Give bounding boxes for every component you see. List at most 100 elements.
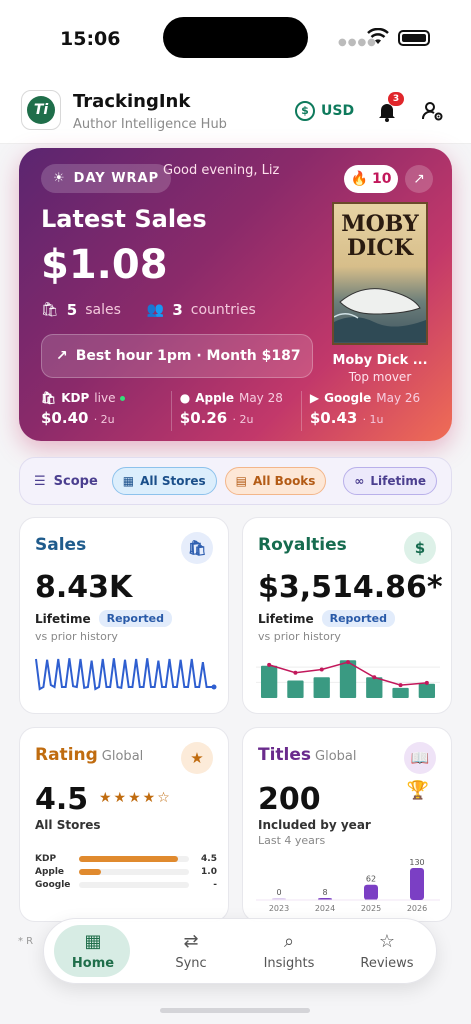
rating-store: KDP bbox=[35, 853, 57, 864]
app-title: TrackingInk bbox=[73, 91, 191, 112]
rating-breakdown: KDP 4.5 Apple 1.0 Google - bbox=[35, 852, 217, 891]
rating-title: Rating bbox=[35, 745, 98, 765]
top-book-title: Moby Dick ... bbox=[332, 353, 428, 368]
star-outline-icon: ☆ bbox=[378, 931, 396, 952]
titles-bar-label: 130 bbox=[409, 858, 424, 867]
tab-sync[interactable]: ⇄ Sync bbox=[142, 919, 240, 983]
titles-card[interactable]: Titles Global 📖 🏆 200 Included by year La… bbox=[242, 727, 452, 922]
titles-bar bbox=[364, 884, 378, 900]
store-kdp[interactable]: 🛍 KDP live $0.40 · 2u bbox=[41, 391, 171, 431]
rating-caption: All Stores bbox=[35, 818, 101, 832]
day-wrap-card[interactable]: ☀ DAY WRAP Good evening, Liz 🔥 10 ↗ Late… bbox=[19, 148, 452, 441]
star-icon: ★ bbox=[181, 742, 213, 774]
rating-bar-track bbox=[79, 868, 189, 875]
titles-year-label: 2025 bbox=[361, 904, 381, 913]
book-cover[interactable]: MOBY DICK bbox=[332, 202, 428, 345]
card-note: vs prior history bbox=[258, 630, 341, 643]
royalty-bar bbox=[260, 665, 278, 698]
all-stores-chip[interactable]: ▦ All Stores bbox=[111, 467, 217, 495]
card-title: Sales bbox=[35, 535, 87, 555]
range-chip-label: Lifetime bbox=[370, 474, 426, 488]
titles-year-label: 2026 bbox=[407, 904, 427, 913]
rating-bar-fill bbox=[79, 868, 101, 875]
royalty-bar bbox=[313, 677, 330, 698]
royalties-value: $3,514.86* bbox=[258, 570, 443, 605]
period-label: Lifetime bbox=[258, 611, 314, 626]
scope-label-text: Scope bbox=[53, 473, 98, 489]
titles-bar-label: 62 bbox=[366, 875, 376, 884]
tab-label: Home bbox=[71, 956, 115, 971]
best-hour-banner[interactable]: ↗ Best hour 1pm · Month $187 bbox=[41, 334, 313, 378]
royalty-trend-point bbox=[267, 662, 272, 667]
store-units: · 2u bbox=[232, 413, 254, 426]
store-google[interactable]: ▶ Google May 26 $0.43 · 1u bbox=[300, 391, 431, 431]
all-books-chip[interactable]: ▤ All Books bbox=[224, 467, 327, 495]
app-header: Ti TrackingInk Author Intelligence Hub $… bbox=[0, 78, 471, 144]
card-title: Titles Global bbox=[258, 745, 357, 765]
rating-bar-fill bbox=[79, 855, 178, 862]
store-name: KDP bbox=[61, 391, 90, 405]
store-apple[interactable]: ● Apple May 28 $0.26 · 2u bbox=[170, 391, 301, 431]
best-hour-text: Best hour 1pm · Month $187 bbox=[75, 348, 301, 364]
account-settings-icon[interactable] bbox=[422, 100, 444, 122]
currency-button[interactable]: $ USD bbox=[295, 100, 354, 122]
flame-icon: 🔥 bbox=[350, 171, 368, 187]
rating-row: Google - bbox=[35, 878, 217, 891]
royalty-trend-point bbox=[372, 675, 377, 680]
footnote: * R bbox=[18, 936, 34, 947]
royalty-trend-point bbox=[293, 670, 298, 675]
royalty-bar bbox=[366, 677, 383, 698]
sales-card[interactable]: Sales 🛍 8.43K Lifetime Reported vs prior… bbox=[19, 517, 229, 714]
hero-title: Latest Sales bbox=[41, 205, 207, 233]
app-logo[interactable]: Ti bbox=[21, 90, 61, 130]
dollar-icon: $ bbox=[295, 101, 315, 121]
lifetime-chip[interactable]: ∞ Lifetime bbox=[343, 467, 437, 495]
rating-card[interactable]: Rating Global ★ 4.5 ★★★★☆ All Stores KDP 4… bbox=[19, 727, 229, 922]
tab-reviews[interactable]: ☆ Reviews bbox=[338, 919, 436, 983]
trophy-icon: 🏆 bbox=[406, 780, 429, 801]
notification-badge: 3 bbox=[388, 92, 404, 106]
titles-value: 200 bbox=[258, 782, 321, 817]
shopping-bag-icon: 🛍 bbox=[181, 532, 213, 564]
card-note: vs prior history bbox=[35, 630, 118, 643]
dynamic-island bbox=[163, 17, 308, 58]
wifi-icon bbox=[367, 28, 389, 44]
rating-value: 4.5 bbox=[35, 782, 89, 817]
hero-stats: 🛍 5 sales 👥 3 countries bbox=[41, 301, 256, 319]
store-date: May 28 bbox=[238, 391, 283, 405]
rating-row: Apple 1.0 bbox=[35, 865, 217, 878]
royalty-trend-point bbox=[398, 683, 403, 688]
tab-insights[interactable]: ⌕ Insights bbox=[240, 919, 338, 983]
infinity-icon: ∞ bbox=[354, 474, 365, 488]
tab-label: Reviews bbox=[360, 956, 414, 971]
trend-up-icon: ↗ bbox=[56, 348, 68, 364]
titles-bar-label: 8 bbox=[322, 888, 327, 897]
sync-arrows-icon: ⇄ bbox=[183, 931, 199, 952]
card-title: Royalties bbox=[258, 535, 347, 555]
card-caption: Lifetime Reported bbox=[258, 610, 396, 627]
home-grid-icon: ▦ bbox=[84, 931, 102, 952]
store-status: live bbox=[94, 391, 116, 405]
countries-label: countries bbox=[190, 302, 256, 318]
royalty-trend-point bbox=[346, 660, 350, 665]
rating-store: Apple bbox=[35, 866, 65, 877]
rating-store-value: 1.0 bbox=[201, 866, 217, 877]
royalty-bar bbox=[287, 680, 304, 698]
rating-store-value: 4.5 bbox=[201, 853, 217, 864]
logo-mark: Ti bbox=[27, 96, 55, 124]
tab-home[interactable]: ▦ Home bbox=[44, 919, 142, 983]
star-rating: ★★★★☆ bbox=[99, 790, 172, 806]
book-icon: ▤ bbox=[235, 474, 247, 488]
streak-badge[interactable]: 🔥 10 bbox=[344, 165, 398, 193]
top-book-subtitle: Top mover bbox=[348, 370, 412, 384]
royalties-card[interactable]: Royalties $ $3,514.86* Lifetime Reported… bbox=[242, 517, 452, 714]
store-amount: $0.40 bbox=[41, 409, 89, 427]
titles-scope: Global bbox=[315, 749, 357, 764]
streak-count: 10 bbox=[371, 171, 392, 187]
expand-arrow-icon[interactable]: ↗ bbox=[405, 165, 433, 193]
sliders-icon: ☰ bbox=[34, 473, 46, 489]
sales-count: 5 bbox=[66, 301, 78, 319]
card-title: Rating Global bbox=[35, 745, 143, 765]
status-time: 15:06 bbox=[60, 28, 121, 50]
royalty-trend-point bbox=[319, 667, 324, 672]
